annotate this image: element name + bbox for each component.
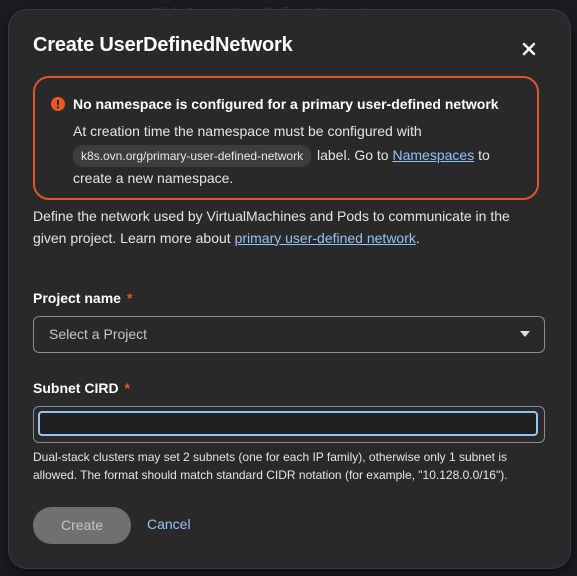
create-udn-modal: Create UserDefinedNetwork No namespace i… xyxy=(9,10,570,568)
subnet-input-wrapper xyxy=(33,406,545,443)
project-name-label-text: Project name xyxy=(33,290,121,306)
required-indicator: * xyxy=(126,290,133,306)
subnet-label-text: Subnet CIRD xyxy=(33,380,119,396)
alert-title: No namespace is configured for a primary… xyxy=(73,96,499,112)
project-name-label: Project name * xyxy=(33,290,132,306)
project-select-placeholder: Select a Project xyxy=(49,326,148,342)
description-suffix: . xyxy=(415,229,420,246)
modal-title: Create UserDefinedNetwork xyxy=(33,34,293,56)
exclamation-circle-icon xyxy=(51,97,65,111)
alert-body-mid: label. Go to xyxy=(313,146,393,163)
namespaces-link[interactable]: Namespaces xyxy=(392,147,474,163)
namespace-warning-alert: No namespace is configured for a primary… xyxy=(33,76,539,200)
close-icon[interactable] xyxy=(522,42,536,56)
alert-body-prefix: At creation time the namespace must be c… xyxy=(73,123,422,139)
create-button[interactable]: Create xyxy=(33,507,131,544)
subnet-label: Subnet CIRD * xyxy=(33,380,130,396)
namespace-label-code: k8s.ovn.org/primary-user-defined-network xyxy=(73,144,312,167)
network-description: Define the network used by VirtualMachin… xyxy=(33,206,543,249)
alert-body: At creation time the namespace must be c… xyxy=(73,120,523,191)
project-select[interactable]: Select a Project xyxy=(33,316,545,353)
caret-down-icon xyxy=(520,331,530,337)
subnet-input[interactable] xyxy=(38,411,538,436)
cancel-button[interactable]: Cancel xyxy=(147,516,191,532)
required-indicator: * xyxy=(124,380,131,396)
primary-udn-link[interactable]: primary user-defined network xyxy=(235,230,416,246)
subnet-helper-text: Dual-stack clusters may set 2 subnets (o… xyxy=(33,450,508,482)
